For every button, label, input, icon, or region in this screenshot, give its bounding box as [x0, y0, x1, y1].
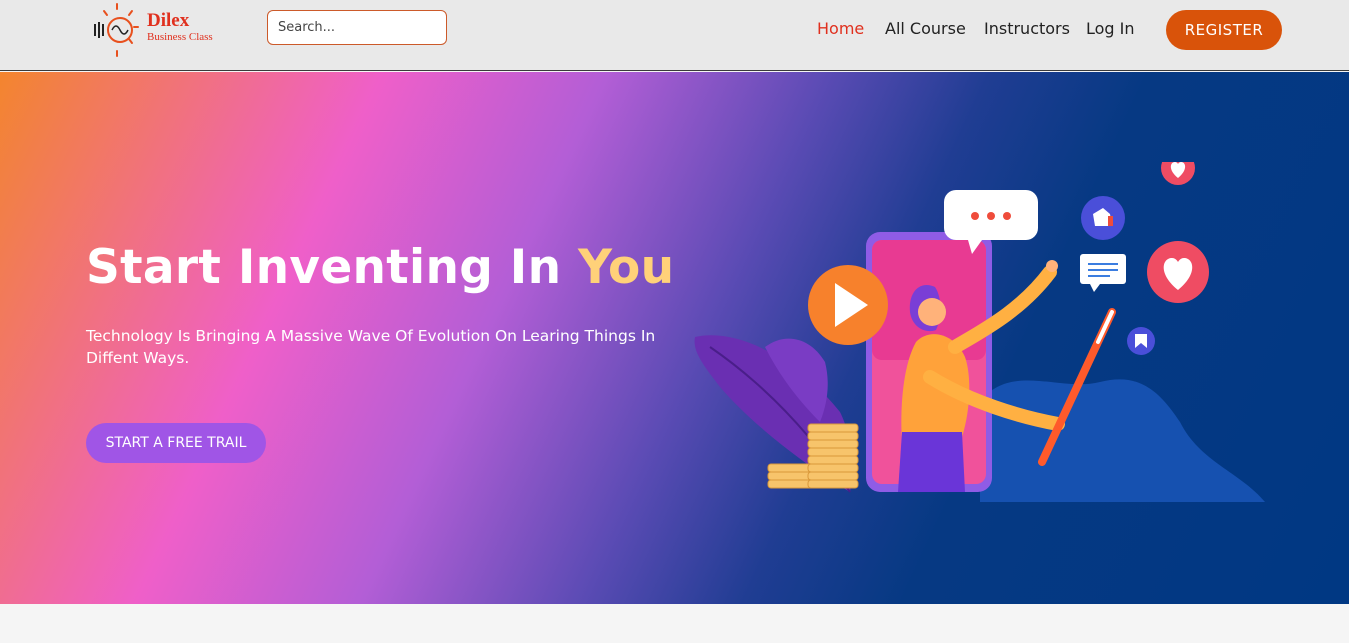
nav-item-instructors[interactable]: Instructors [984, 19, 1070, 38]
register-button[interactable]: REGISTER [1166, 10, 1282, 50]
hero-section: Start Inventing In You Technology Is Bri… [0, 72, 1349, 604]
play-icon [808, 265, 888, 345]
navbar: Dilex Business Class Home All Course Ins… [0, 0, 1349, 71]
nav-item-log-in[interactable]: Log In [1086, 19, 1135, 38]
small-heart-icon [1161, 162, 1195, 185]
thumbs-up-icon [1081, 196, 1125, 240]
main-nav: Home All Course Instructors Log In [0, 0, 1349, 60]
background-blob [980, 379, 1265, 502]
bookmark-heart-icon [1127, 327, 1155, 355]
heart-icon [1147, 241, 1209, 303]
nav-item-home[interactable]: Home [817, 19, 864, 38]
start-free-trial-button[interactable]: START A FREE TRAIL [86, 423, 266, 463]
hero-title-main: Start Inventing In [86, 240, 579, 295]
hero-title: Start Inventing In You [86, 240, 674, 295]
nav-item-all-course[interactable]: All Course [885, 19, 966, 38]
below-fold-section [0, 604, 1349, 643]
message-icon [1080, 254, 1126, 292]
hero-title-accent: You [578, 240, 675, 295]
hero-illustration [694, 162, 1265, 502]
hero-subtitle: Technology Is Bringing A Massive Wave Of… [86, 327, 656, 367]
